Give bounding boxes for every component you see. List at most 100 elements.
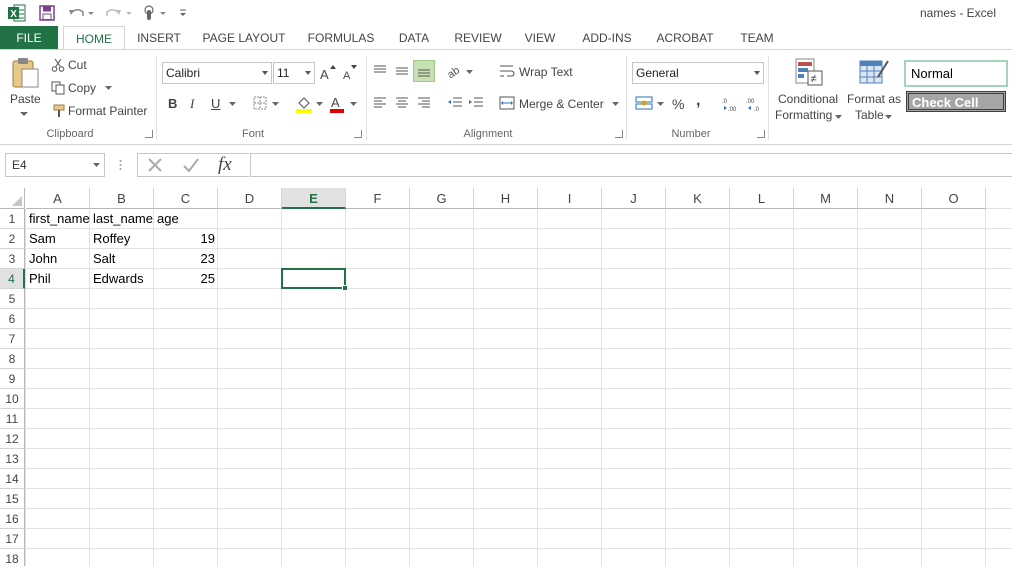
row-header-14[interactable]: 14 bbox=[0, 469, 25, 489]
decrease-font-size-icon[interactable]: A bbox=[342, 64, 358, 82]
tab-acrobat[interactable]: ACROBAT bbox=[652, 26, 718, 50]
cell-a3[interactable]: John bbox=[26, 249, 90, 269]
row-header-12[interactable]: 12 bbox=[0, 429, 25, 449]
wrap-text-button[interactable]: Wrap Text bbox=[519, 65, 573, 79]
merge-center-icon[interactable] bbox=[498, 94, 516, 112]
row-header-9[interactable]: 9 bbox=[0, 369, 25, 389]
alignment-launcher-icon[interactable] bbox=[615, 130, 623, 138]
increase-decimal-icon[interactable]: .0.00 bbox=[722, 95, 742, 113]
merge-center-button[interactable]: Merge & Center bbox=[519, 97, 604, 111]
cell-a2[interactable]: Sam bbox=[26, 229, 90, 249]
font-name-select[interactable]: Calibri bbox=[162, 62, 272, 84]
middle-align-icon[interactable] bbox=[393, 62, 411, 80]
column-header-a[interactable]: A bbox=[26, 188, 90, 209]
decrease-decimal-icon[interactable]: .00.0 bbox=[746, 95, 766, 113]
align-right-icon[interactable] bbox=[415, 94, 433, 112]
format-as-table-label-1[interactable]: Format as bbox=[847, 92, 901, 106]
tab-data[interactable]: DATA bbox=[392, 26, 436, 50]
font-size-select[interactable]: 11 bbox=[273, 62, 315, 84]
column-header-j[interactable]: J bbox=[602, 188, 666, 209]
underline-dropdown-icon[interactable] bbox=[228, 101, 236, 107]
column-header-o[interactable]: O bbox=[922, 188, 986, 209]
percent-style-button[interactable]: % bbox=[672, 96, 684, 112]
row-header-18[interactable]: 18 bbox=[0, 549, 25, 566]
bottom-align-icon[interactable] bbox=[413, 60, 435, 82]
cell-b4[interactable]: Edwards bbox=[90, 269, 154, 289]
cell-c4[interactable]: 25 bbox=[154, 269, 218, 289]
paste-icon[interactable] bbox=[8, 56, 42, 90]
cancel-icon[interactable] bbox=[144, 155, 166, 175]
align-left-icon[interactable] bbox=[371, 94, 389, 112]
tab-view[interactable]: VIEW bbox=[519, 26, 561, 50]
undo-icon[interactable] bbox=[66, 3, 96, 23]
insert-function-icon[interactable]: fx bbox=[218, 154, 232, 176]
tab-add-ins[interactable]: ADD-INS bbox=[575, 26, 639, 50]
cell-a1[interactable]: first_name bbox=[26, 209, 90, 229]
row-header-16[interactable]: 16 bbox=[0, 509, 25, 529]
comma-style-button[interactable]: , bbox=[696, 92, 700, 110]
tab-review[interactable]: REVIEW bbox=[450, 26, 506, 50]
conditional-formatting-label-2[interactable]: Formatting bbox=[775, 108, 832, 122]
column-header-b[interactable]: B bbox=[90, 188, 154, 209]
copy-icon[interactable] bbox=[50, 80, 66, 96]
cell-b3[interactable]: Salt bbox=[90, 249, 154, 269]
style-normal[interactable]: Normal bbox=[904, 60, 1008, 87]
row-header-5[interactable]: 5 bbox=[0, 289, 25, 309]
column-header-c[interactable]: C bbox=[154, 188, 218, 209]
column-header-e[interactable]: E bbox=[282, 188, 346, 209]
cut-button[interactable]: Cut bbox=[68, 58, 87, 72]
row-header-13[interactable]: 13 bbox=[0, 449, 25, 469]
conditional-formatting-dropdown-icon[interactable] bbox=[834, 114, 842, 120]
fill-color-icon[interactable] bbox=[294, 94, 314, 114]
underline-button[interactable]: U bbox=[211, 96, 220, 111]
row-header-10[interactable]: 10 bbox=[0, 389, 25, 409]
tab-file[interactable]: FILE bbox=[0, 26, 58, 50]
row-header-7[interactable]: 7 bbox=[0, 329, 25, 349]
copy-dropdown-icon[interactable] bbox=[104, 85, 112, 91]
tab-insert[interactable]: INSERT bbox=[132, 26, 186, 50]
merge-dropdown-icon[interactable] bbox=[611, 101, 619, 107]
font-color-dropdown-icon[interactable] bbox=[349, 101, 357, 107]
style-check-cell[interactable]: Check Cell bbox=[906, 91, 1006, 112]
format-painter-icon[interactable] bbox=[50, 103, 66, 119]
column-header-g[interactable]: G bbox=[410, 188, 474, 209]
conditional-formatting-label-1[interactable]: Conditional bbox=[778, 92, 838, 106]
row-header-11[interactable]: 11 bbox=[0, 409, 25, 429]
row-header-3[interactable]: 3 bbox=[0, 249, 25, 269]
cell-c3[interactable]: 23 bbox=[154, 249, 218, 269]
orientation-icon[interactable]: ab bbox=[446, 62, 464, 80]
decrease-indent-icon[interactable] bbox=[446, 94, 464, 112]
tab-team[interactable]: TEAM bbox=[733, 26, 781, 50]
font-launcher-icon[interactable] bbox=[354, 130, 362, 138]
name-box[interactable]: E4 bbox=[5, 153, 105, 177]
italic-button[interactable]: I bbox=[190, 96, 194, 112]
cut-icon[interactable] bbox=[50, 57, 66, 73]
row-header-6[interactable]: 6 bbox=[0, 309, 25, 329]
number-format-select[interactable]: General bbox=[632, 62, 764, 84]
tab-page-layout[interactable]: PAGE LAYOUT bbox=[198, 26, 290, 50]
formula-input[interactable] bbox=[250, 153, 1012, 177]
select-all-corner[interactable] bbox=[0, 188, 25, 209]
cell-c1[interactable]: age bbox=[154, 209, 218, 229]
wrap-text-icon[interactable] bbox=[498, 62, 516, 80]
format-painter-button[interactable]: Format Painter bbox=[68, 104, 147, 118]
column-header-h[interactable]: H bbox=[474, 188, 538, 209]
fill-handle[interactable] bbox=[342, 285, 348, 291]
row-header-8[interactable]: 8 bbox=[0, 349, 25, 369]
format-as-table-label-2[interactable]: Table bbox=[855, 108, 884, 122]
column-header-l[interactable]: L bbox=[730, 188, 794, 209]
redo-icon[interactable] bbox=[104, 3, 134, 23]
align-center-icon[interactable] bbox=[393, 94, 411, 112]
row-header-15[interactable]: 15 bbox=[0, 489, 25, 509]
copy-button[interactable]: Copy bbox=[68, 81, 96, 95]
touch-mode-icon[interactable] bbox=[140, 3, 170, 23]
column-header-f[interactable]: F bbox=[346, 188, 410, 209]
bold-button[interactable]: B bbox=[168, 96, 177, 111]
row-header-17[interactable]: 17 bbox=[0, 529, 25, 549]
cell-b1[interactable]: last_name bbox=[90, 209, 154, 229]
tab-formulas[interactable]: FORMULAS bbox=[302, 26, 380, 50]
top-align-icon[interactable] bbox=[371, 62, 389, 80]
borders-icon[interactable] bbox=[251, 94, 269, 112]
worksheet-grid[interactable]: ABCDEFGHIJKLMNO 1 2 3 4 5 6 7 8 9 10 11 12 13 14 15 16 1… bbox=[0, 188, 1012, 566]
customize-qat-icon[interactable] bbox=[176, 3, 190, 23]
